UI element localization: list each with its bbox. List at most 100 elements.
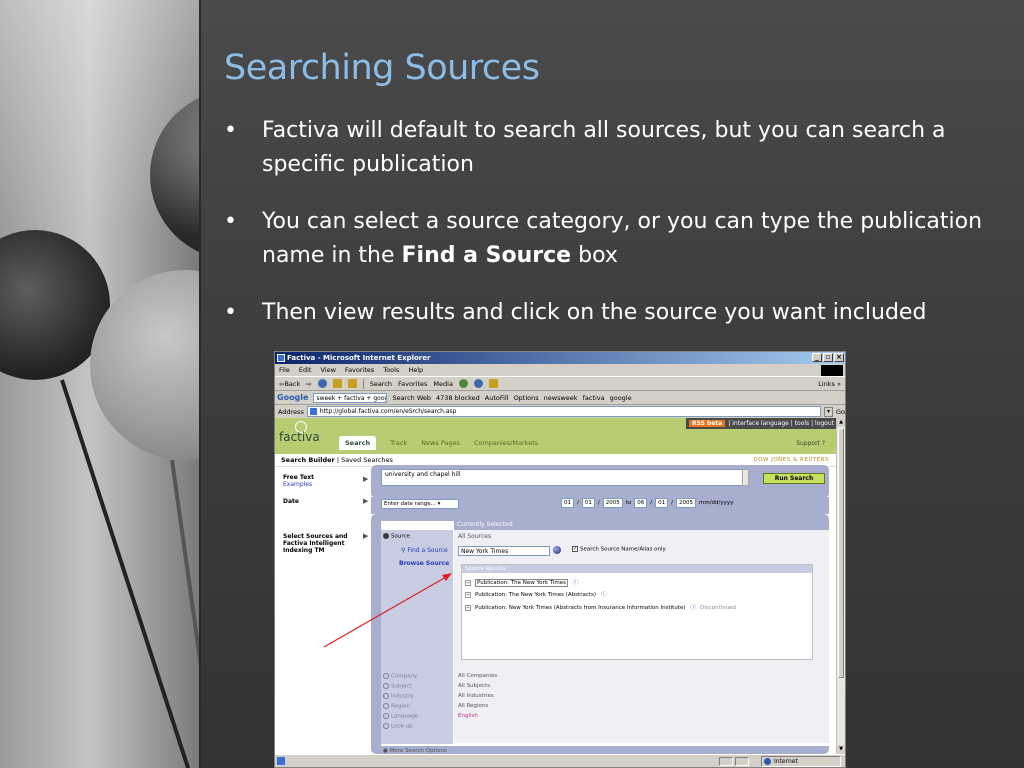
address-dropdown[interactable]: ▾	[823, 406, 833, 417]
print-icon[interactable]	[488, 379, 498, 388]
source-result-row[interactable]: + Publication: The New York Times (Abstra…	[465, 590, 607, 598]
sources-label: Select Sources and Factiva Intelligent I…	[283, 533, 348, 554]
checkbox-icon[interactable]: ✓	[572, 546, 578, 552]
to-day-input[interactable]: 01	[655, 498, 669, 508]
run-search-button[interactable]: Run Search	[763, 473, 825, 484]
from-day-input[interactable]: 01	[581, 498, 595, 508]
nav-language[interactable]: Language	[383, 713, 418, 720]
search-builder-link[interactable]: Search Builder	[281, 456, 335, 464]
source-results-header: Source Results	[462, 565, 812, 573]
free-text-arrow-icon: ▶	[363, 475, 369, 483]
examples-link[interactable]: Examples	[283, 481, 314, 488]
minimize-button[interactable]: _	[812, 353, 822, 362]
date-range-select[interactable]: Enter date range... ▾	[381, 499, 459, 509]
go-button[interactable]: Go	[836, 405, 845, 419]
nav-company[interactable]: Company	[383, 673, 417, 680]
menu-favorites[interactable]: Favorites	[345, 364, 374, 376]
plus-circle-icon	[383, 723, 389, 729]
google-search-input[interactable]: sweek + factiva + google	[313, 392, 388, 403]
mail-icon[interactable]	[473, 379, 483, 388]
add-icon[interactable]: +	[465, 605, 471, 611]
free-text-scrollbar[interactable]	[742, 469, 749, 486]
top-links: RSS beta | interface language | tools | l…	[685, 418, 837, 429]
nav-region[interactable]: Region	[383, 703, 410, 710]
saved-searches-link[interactable]: Saved Searches	[341, 456, 393, 464]
search-button[interactable]: Search	[370, 377, 392, 391]
window-title: Factiva - Microsoft Internet Explorer	[287, 354, 431, 362]
search-web-button[interactable]: Search Web	[392, 391, 431, 405]
tab-companies-markets[interactable]: Companies/Markets	[474, 439, 538, 450]
plus-circle-icon	[383, 673, 389, 679]
bullet-dot: •	[224, 300, 237, 325]
forward-button[interactable]: ⇨	[306, 377, 311, 391]
company-value: All Companies	[458, 673, 498, 679]
nav-source[interactable]: Source	[383, 533, 410, 540]
links-button[interactable]: Links »	[818, 377, 841, 391]
home-icon[interactable]	[347, 379, 357, 388]
main-tabs: Search Track News Pages Companies/Market…	[339, 436, 538, 450]
info-icon[interactable]: ⓘ	[691, 605, 697, 611]
browse-sources-link[interactable]: Browse Source	[399, 560, 449, 567]
google-logo[interactable]: Google	[277, 391, 308, 405]
scroll-thumb[interactable]	[838, 428, 844, 678]
menu-tools[interactable]: Tools	[383, 364, 399, 376]
menu-file[interactable]: File	[279, 364, 290, 376]
back-button[interactable]: ⇦Back	[279, 377, 300, 391]
to-month-input[interactable]: 06	[634, 498, 648, 508]
utility-links[interactable]: | interface language | tools | logout	[728, 420, 834, 427]
close-button[interactable]: ×	[834, 353, 844, 362]
popups-blocked-label[interactable]: 4738 blocked	[436, 391, 480, 405]
maximize-button[interactable]: ▫	[823, 353, 833, 362]
rss-beta-link[interactable]: RSS beta	[688, 420, 726, 427]
google-link-newsweek[interactable]: newsweek	[544, 391, 578, 405]
alias-only-checkbox[interactable]: ✓ Search Source Name/Alias only	[572, 546, 666, 553]
find-go-button[interactable]	[553, 546, 561, 554]
nav-subject[interactable]: Subject	[383, 683, 412, 690]
menu-edit[interactable]: Edit	[299, 364, 312, 376]
scroll-down-icon[interactable]: ▼	[837, 745, 845, 754]
stop-icon[interactable]	[317, 379, 327, 388]
bullet-item: • Then view results and click on the sou…	[222, 296, 1002, 330]
info-icon[interactable]: ⓘ	[573, 580, 579, 586]
history-icon[interactable]	[458, 379, 468, 388]
nav-industry[interactable]: Industry	[383, 693, 414, 700]
refresh-icon[interactable]	[332, 379, 342, 388]
tab-search[interactable]: Search	[339, 436, 377, 450]
nav-look-up[interactable]: Look up	[383, 723, 413, 730]
from-month-input[interactable]: 01	[561, 498, 574, 508]
factiva-logo[interactable]: factiva	[279, 430, 320, 444]
free-text-input[interactable]: university and chapel hill	[381, 469, 745, 486]
google-link-factiva[interactable]: factiva	[583, 391, 605, 405]
to-year-input[interactable]: 2005	[675, 498, 696, 508]
subject-value: All Subjects	[458, 683, 490, 689]
source-result-row[interactable]: + Publication: New York Times (Abstracts …	[465, 603, 736, 611]
info-icon[interactable]: ⓘ	[601, 592, 607, 598]
add-icon[interactable]: +	[465, 580, 471, 586]
ie-icon	[277, 354, 285, 362]
tab-news-pages[interactable]: News Pages	[421, 439, 460, 450]
support-link[interactable]: Support ?	[796, 440, 825, 447]
plus-circle-icon	[383, 713, 389, 719]
menu-help[interactable]: Help	[408, 364, 423, 376]
address-bar: Address http://global.factiva.com/en/eSr…	[275, 405, 845, 419]
favorites-button[interactable]: Favorites	[398, 377, 427, 391]
find-source-input[interactable]: New York Times	[458, 546, 550, 556]
find-source-label: ⚲ Find a Source	[401, 547, 448, 554]
address-input[interactable]: http://global.factiva.com/en/eSrch/searc…	[306, 406, 821, 417]
google-link-google[interactable]: google	[610, 391, 632, 405]
scroll-up-icon[interactable]: ▲	[837, 418, 845, 427]
plus-circle-icon	[383, 683, 389, 689]
from-year-input[interactable]: 2005	[602, 498, 623, 508]
menu-view[interactable]: View	[320, 364, 335, 376]
media-button[interactable]: Media	[433, 377, 453, 391]
page-scrollbar[interactable]: ▲ ▼	[836, 418, 845, 754]
status-bar: Internet	[275, 754, 845, 767]
bullet-dot: •	[224, 118, 237, 143]
autofill-button[interactable]: AutoFill	[485, 391, 509, 405]
source-result-row[interactable]: + Publication: The New York Times ⓘ	[465, 578, 579, 587]
windows-logo-icon	[821, 365, 843, 376]
options-button[interactable]: Options	[514, 391, 539, 405]
tab-track[interactable]: Track	[390, 439, 407, 450]
factiva-header: RSS beta | interface language | tools | l…	[275, 418, 837, 454]
add-icon[interactable]: +	[465, 592, 471, 598]
